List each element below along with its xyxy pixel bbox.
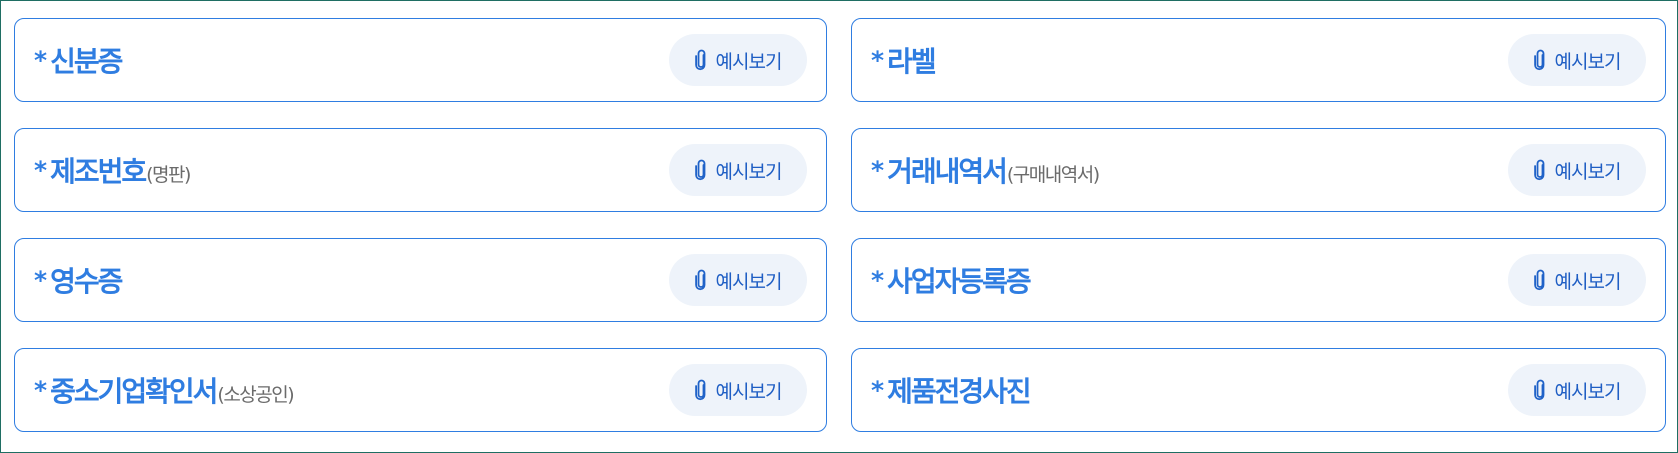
view-example-button[interactable]: 예시보기 <box>669 364 807 416</box>
document-title: 라벨 <box>887 45 937 78</box>
view-example-button[interactable]: 예시보기 <box>1508 364 1646 416</box>
document-card-label: * 라벨 예시보기 <box>851 18 1666 102</box>
paperclip-icon <box>1533 379 1544 401</box>
document-upload-panel: * 신분증 예시보기 * 라벨 예시보기 * 제조번호 (명판) 예시보기 * … <box>0 0 1678 453</box>
document-title: 영수증 <box>50 265 123 298</box>
document-grid: * 신분증 예시보기 * 라벨 예시보기 * 제조번호 (명판) 예시보기 * … <box>14 18 1666 432</box>
document-card-id-card: * 신분증 예시보기 <box>14 18 827 102</box>
paperclip-icon <box>694 269 705 291</box>
view-example-label: 예시보기 <box>1554 380 1622 403</box>
document-card-sme-certificate: * 중소기업확인서 (소상공인) 예시보기 <box>14 348 827 432</box>
document-card-transaction-statement: * 거래내역서 (구매내역서) 예시보기 <box>851 128 1666 212</box>
required-asterisk: * <box>34 266 48 295</box>
document-card-serial-number: * 제조번호 (명판) 예시보기 <box>14 128 827 212</box>
document-label: * 라벨 <box>871 40 937 80</box>
view-example-button[interactable]: 예시보기 <box>1508 254 1646 306</box>
document-title: 거래내역서 <box>887 155 1008 188</box>
document-card-receipt: * 영수증 예시보기 <box>14 238 827 322</box>
required-asterisk: * <box>871 156 885 185</box>
view-example-button[interactable]: 예시보기 <box>1508 144 1646 196</box>
view-example-label: 예시보기 <box>715 380 783 403</box>
document-label: * 신분증 <box>34 40 123 80</box>
paperclip-icon <box>694 379 705 401</box>
view-example-label: 예시보기 <box>1554 270 1622 293</box>
document-title: 제품전경사진 <box>887 375 1032 408</box>
document-title: 신분증 <box>50 45 123 78</box>
paperclip-icon <box>694 159 705 181</box>
required-asterisk: * <box>34 156 48 185</box>
view-example-label: 예시보기 <box>1554 50 1622 73</box>
document-label: * 사업자등록증 <box>871 260 1032 300</box>
document-title: 사업자등록증 <box>887 265 1032 298</box>
document-label: * 중소기업확인서 (소상공인) <box>34 370 295 410</box>
required-asterisk: * <box>34 46 48 75</box>
view-example-button[interactable]: 예시보기 <box>669 254 807 306</box>
paperclip-icon <box>1533 269 1544 291</box>
document-label: * 거래내역서 (구매내역서) <box>871 150 1100 190</box>
required-asterisk: * <box>871 46 885 75</box>
document-label: * 영수증 <box>34 260 123 300</box>
required-asterisk: * <box>871 376 885 405</box>
view-example-label: 예시보기 <box>715 50 783 73</box>
view-example-label: 예시보기 <box>715 160 783 183</box>
document-subtitle: (소상공인) <box>217 384 294 406</box>
document-title: 제조번호 <box>50 155 147 188</box>
view-example-button[interactable]: 예시보기 <box>669 34 807 86</box>
document-title: 중소기업확인서 <box>50 375 218 408</box>
view-example-button[interactable]: 예시보기 <box>669 144 807 196</box>
view-example-button[interactable]: 예시보기 <box>1508 34 1646 86</box>
view-example-label: 예시보기 <box>715 270 783 293</box>
document-subtitle: (구매내역서) <box>1006 164 1100 186</box>
paperclip-icon <box>694 49 705 71</box>
required-asterisk: * <box>871 266 885 295</box>
required-asterisk: * <box>34 376 48 405</box>
view-example-label: 예시보기 <box>1554 160 1622 183</box>
paperclip-icon <box>1533 159 1544 181</box>
paperclip-icon <box>1533 49 1544 71</box>
document-card-business-registration: * 사업자등록증 예시보기 <box>851 238 1666 322</box>
document-label: * 제조번호 (명판) <box>34 150 191 190</box>
document-subtitle: (명판) <box>146 164 191 186</box>
document-card-product-photo: * 제품전경사진 예시보기 <box>851 348 1666 432</box>
document-label: * 제품전경사진 <box>871 370 1032 410</box>
